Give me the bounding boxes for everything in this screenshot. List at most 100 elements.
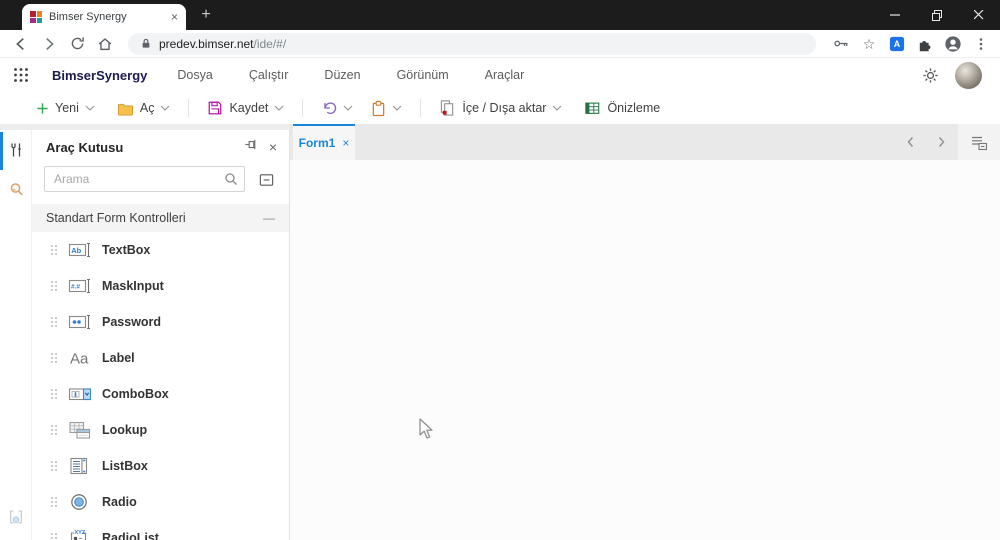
folder-icon	[117, 103, 133, 116]
toolbox-item-combobox[interactable]: ComboBox	[32, 376, 289, 412]
toolbar-divider	[188, 99, 190, 117]
close-button[interactable]	[958, 0, 1000, 30]
toolbox-item-lookup[interactable]: Lookup	[32, 412, 289, 448]
toolbar-divider	[302, 99, 304, 117]
drag-handle-icon[interactable]	[50, 244, 58, 256]
search-icon	[225, 173, 237, 185]
menu-duzen[interactable]: Düzen	[324, 68, 360, 82]
waffle-icon[interactable]	[10, 64, 32, 86]
browser-tab-close-icon[interactable]: ×	[171, 11, 178, 23]
drag-handle-icon[interactable]	[50, 532, 58, 540]
extensions-puzzle-icon[interactable]	[914, 33, 936, 55]
toolbox-items: Ab TextBox #.# MaskInput Password Aa Lab…	[32, 232, 289, 540]
toolbar-divider	[420, 99, 422, 117]
toolbox-close-icon[interactable]: ×	[269, 140, 277, 154]
bookmark-star-icon[interactable]: ☆	[858, 33, 880, 55]
address-bar[interactable]: predev.bimser.net/ide/#/	[128, 32, 816, 55]
editor-tabstrip: Form1 ×	[290, 124, 1000, 160]
user-avatar[interactable]	[955, 61, 982, 89]
drag-handle-icon[interactable]	[50, 460, 58, 472]
browser-menu-icon[interactable]	[970, 33, 992, 55]
preview-table-icon	[585, 102, 600, 114]
tab-close-icon[interactable]: ×	[342, 137, 349, 149]
reload-icon[interactable]	[66, 33, 88, 55]
back-icon[interactable]	[10, 33, 32, 55]
undo-icon	[324, 102, 337, 115]
tab-scroll-right-icon[interactable]	[934, 124, 948, 160]
collapse-all-button[interactable]	[253, 166, 279, 192]
preview-button[interactable]: Önizleme	[580, 95, 664, 121]
import-export-icon	[441, 100, 454, 116]
editor-area: Form1 ×	[290, 124, 1000, 540]
password-key-icon[interactable]	[830, 33, 852, 55]
translate-icon[interactable]: A	[886, 33, 908, 55]
open-button[interactable]: Aç	[113, 95, 175, 121]
url-text: predev.bimser.net/ide/#/	[159, 37, 286, 51]
chevron-down-icon	[392, 105, 402, 111]
tab-scroll-left-icon[interactable]	[904, 124, 918, 160]
toolbox-header: Araç Kutusu ×	[32, 130, 289, 160]
collapse-all-icon	[259, 173, 273, 186]
url-domain: predev.bimser.net	[159, 36, 254, 51]
toolbox-item-textbox[interactable]: Ab TextBox	[32, 232, 289, 268]
screen: Bimser Synergy × + predev.bimser.net/ide…	[0, 0, 1000, 540]
settings-gear-icon[interactable]	[919, 64, 941, 86]
new-tab-button[interactable]: +	[194, 3, 218, 27]
toolbox-item-password[interactable]: Password	[32, 304, 289, 340]
restore-button[interactable]	[916, 0, 958, 30]
menu-araclar[interactable]: Araçlar	[485, 68, 525, 82]
menu-calistir[interactable]: Çalıştır	[249, 68, 289, 82]
browser-tab-title: Bimser Synergy	[49, 11, 127, 23]
svg-text:A: A	[894, 39, 901, 49]
listbox-icon	[68, 456, 92, 476]
toolbox-item-radio[interactable]: Radio	[32, 484, 289, 520]
inspect-rail-icon[interactable]	[7, 180, 25, 198]
left-activity-rail	[0, 130, 32, 540]
toolbox-section-header[interactable]: Standart Form Kontrolleri —	[32, 204, 289, 232]
menu-dosya[interactable]: Dosya	[177, 68, 212, 82]
drag-handle-icon[interactable]	[50, 280, 58, 292]
browser-titlebar: Bimser Synergy × +	[0, 0, 1000, 30]
app-toolbar: Yeni Aç Kaydet İçe / Dışa aktar Önizleme	[0, 92, 1000, 124]
forward-icon[interactable]	[38, 33, 60, 55]
tab-list-button[interactable]	[958, 124, 1000, 160]
pin-icon[interactable]	[244, 137, 259, 157]
chevron-down-icon	[161, 105, 170, 111]
drag-handle-icon[interactable]	[50, 352, 58, 364]
minimize-button[interactable]	[874, 0, 916, 30]
profile-avatar-icon[interactable]	[942, 33, 964, 55]
browser-navbar: predev.bimser.net/ide/#/ ☆ A	[0, 30, 1000, 58]
import-export-button[interactable]: İçe / Dışa aktar	[435, 95, 566, 121]
search-input[interactable]	[44, 166, 245, 192]
toolbox-item-radiolist[interactable]: XYZ RadioList	[32, 520, 289, 540]
password-icon	[68, 312, 92, 332]
toolbox-panel: Araç Kutusu × Arama Standart Form Kontro…	[32, 130, 290, 540]
maskinput-icon: #.#	[68, 276, 92, 296]
code-brackets-rail-icon[interactable]	[7, 508, 25, 526]
form-design-canvas[interactable]	[290, 160, 1000, 540]
tab-form1[interactable]: Form1 ×	[293, 124, 355, 160]
toolbox-item-maskinput[interactable]: #.# MaskInput	[32, 268, 289, 304]
drag-handle-icon[interactable]	[50, 424, 58, 436]
drag-handle-icon[interactable]	[50, 496, 58, 508]
undo-button[interactable]	[317, 95, 357, 121]
collapse-section-icon[interactable]: —	[263, 211, 275, 225]
workspace: Araç Kutusu × Arama Standart Form Kontro…	[0, 124, 1000, 540]
new-button[interactable]: Yeni	[32, 95, 99, 121]
menu-items: Dosya Çalıştır Düzen Görünüm Araçlar	[177, 68, 524, 82]
toolbox-item-label[interactable]: Aa Label	[32, 340, 289, 376]
chevron-down-icon	[343, 105, 353, 111]
toolbox-rail-icon[interactable]	[7, 141, 25, 159]
drag-handle-icon[interactable]	[50, 388, 58, 400]
radio-icon	[68, 492, 92, 512]
toolbox-item-listbox[interactable]: ListBox	[32, 448, 289, 484]
app-menubar: BimserSynergy Dosya Çalıştır Düzen Görün…	[0, 58, 1000, 92]
drag-handle-icon[interactable]	[50, 316, 58, 328]
menu-gorunum[interactable]: Görünüm	[397, 68, 449, 82]
paste-button[interactable]	[367, 95, 406, 121]
save-button[interactable]: Kaydet	[203, 95, 288, 121]
plus-icon	[37, 102, 48, 114]
browser-tab[interactable]: Bimser Synergy ×	[22, 4, 186, 30]
home-icon[interactable]	[94, 33, 116, 55]
chevron-down-icon	[553, 105, 562, 111]
